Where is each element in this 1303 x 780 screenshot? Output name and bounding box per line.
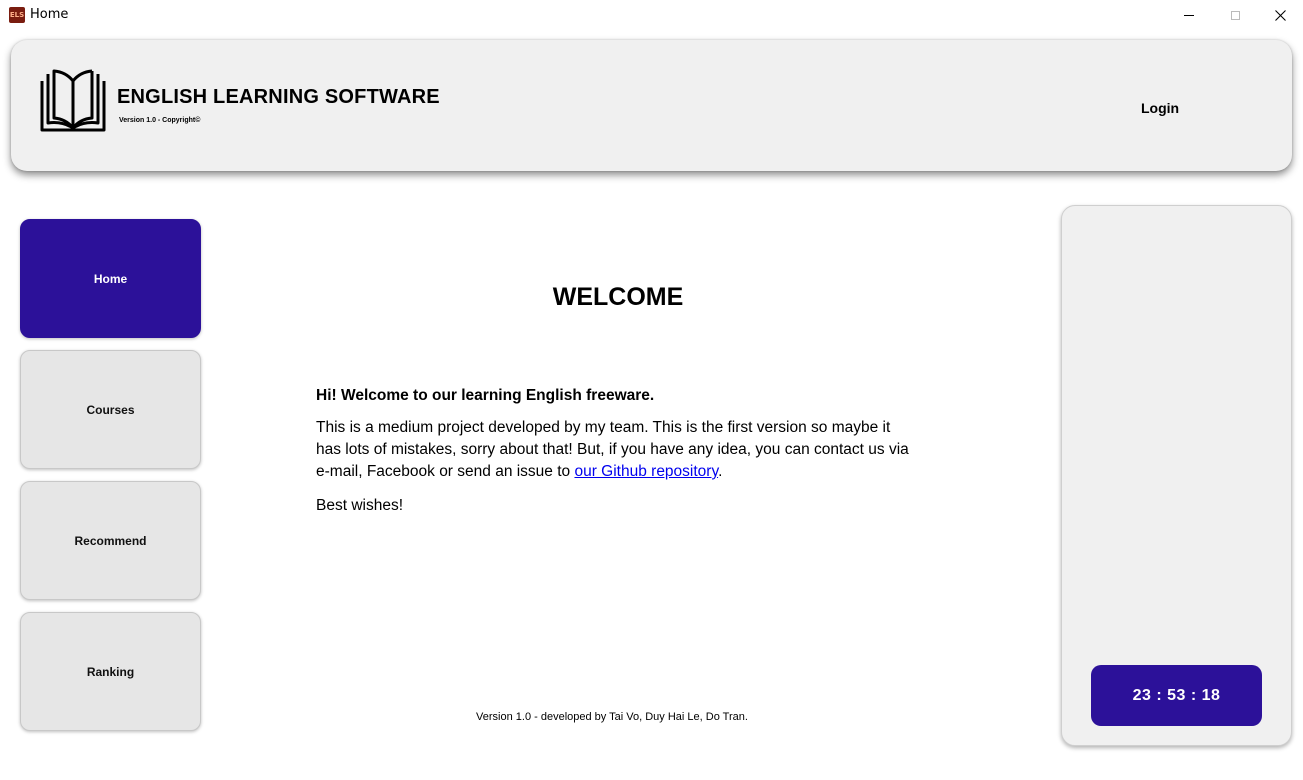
- version-copyright: Version 1.0 - Copyright©: [119, 117, 201, 124]
- login-button[interactable]: Login: [1141, 100, 1179, 116]
- sidebar-item-courses[interactable]: Courses: [20, 350, 201, 469]
- maximize-icon: [1230, 10, 1240, 20]
- sidebar-item-recommend[interactable]: Recommend: [20, 481, 201, 600]
- maximize-button[interactable]: [1212, 0, 1258, 30]
- app-icon: ELS: [9, 7, 25, 23]
- close-icon: [1274, 9, 1286, 21]
- right-panel: 23 : 53 : 18: [1061, 205, 1292, 746]
- app-name: ENGLISH LEARNING SOFTWARE: [117, 86, 440, 108]
- welcome-body: This is a medium project developed by my…: [316, 417, 916, 483]
- open-book-icon: [40, 69, 106, 132]
- welcome-lead: Hi! Welcome to our learning English free…: [316, 387, 655, 404]
- app-header: ENGLISH LEARNING SOFTWARE Version 1.0 - …: [11, 40, 1292, 171]
- window-title: Home: [30, 7, 69, 22]
- github-repository-link[interactable]: our Github repository: [574, 463, 718, 480]
- minimize-button[interactable]: [1166, 0, 1212, 30]
- footer-credits: Version 1.0 - developed by Tai Vo, Duy H…: [476, 711, 748, 723]
- welcome-message: Hi! Welcome to our learning English free…: [316, 385, 916, 529]
- close-button[interactable]: [1257, 0, 1303, 30]
- minimize-icon: [1184, 14, 1194, 16]
- sidebar-item-home[interactable]: Home: [20, 219, 201, 338]
- clock-display: 23 : 53 : 18: [1091, 665, 1262, 726]
- welcome-closing: Best wishes!: [316, 497, 404, 514]
- welcome-body-end: .: [718, 463, 723, 480]
- window-titlebar: ELS Home: [0, 0, 1303, 30]
- page-title: WELCOME: [552, 283, 684, 311]
